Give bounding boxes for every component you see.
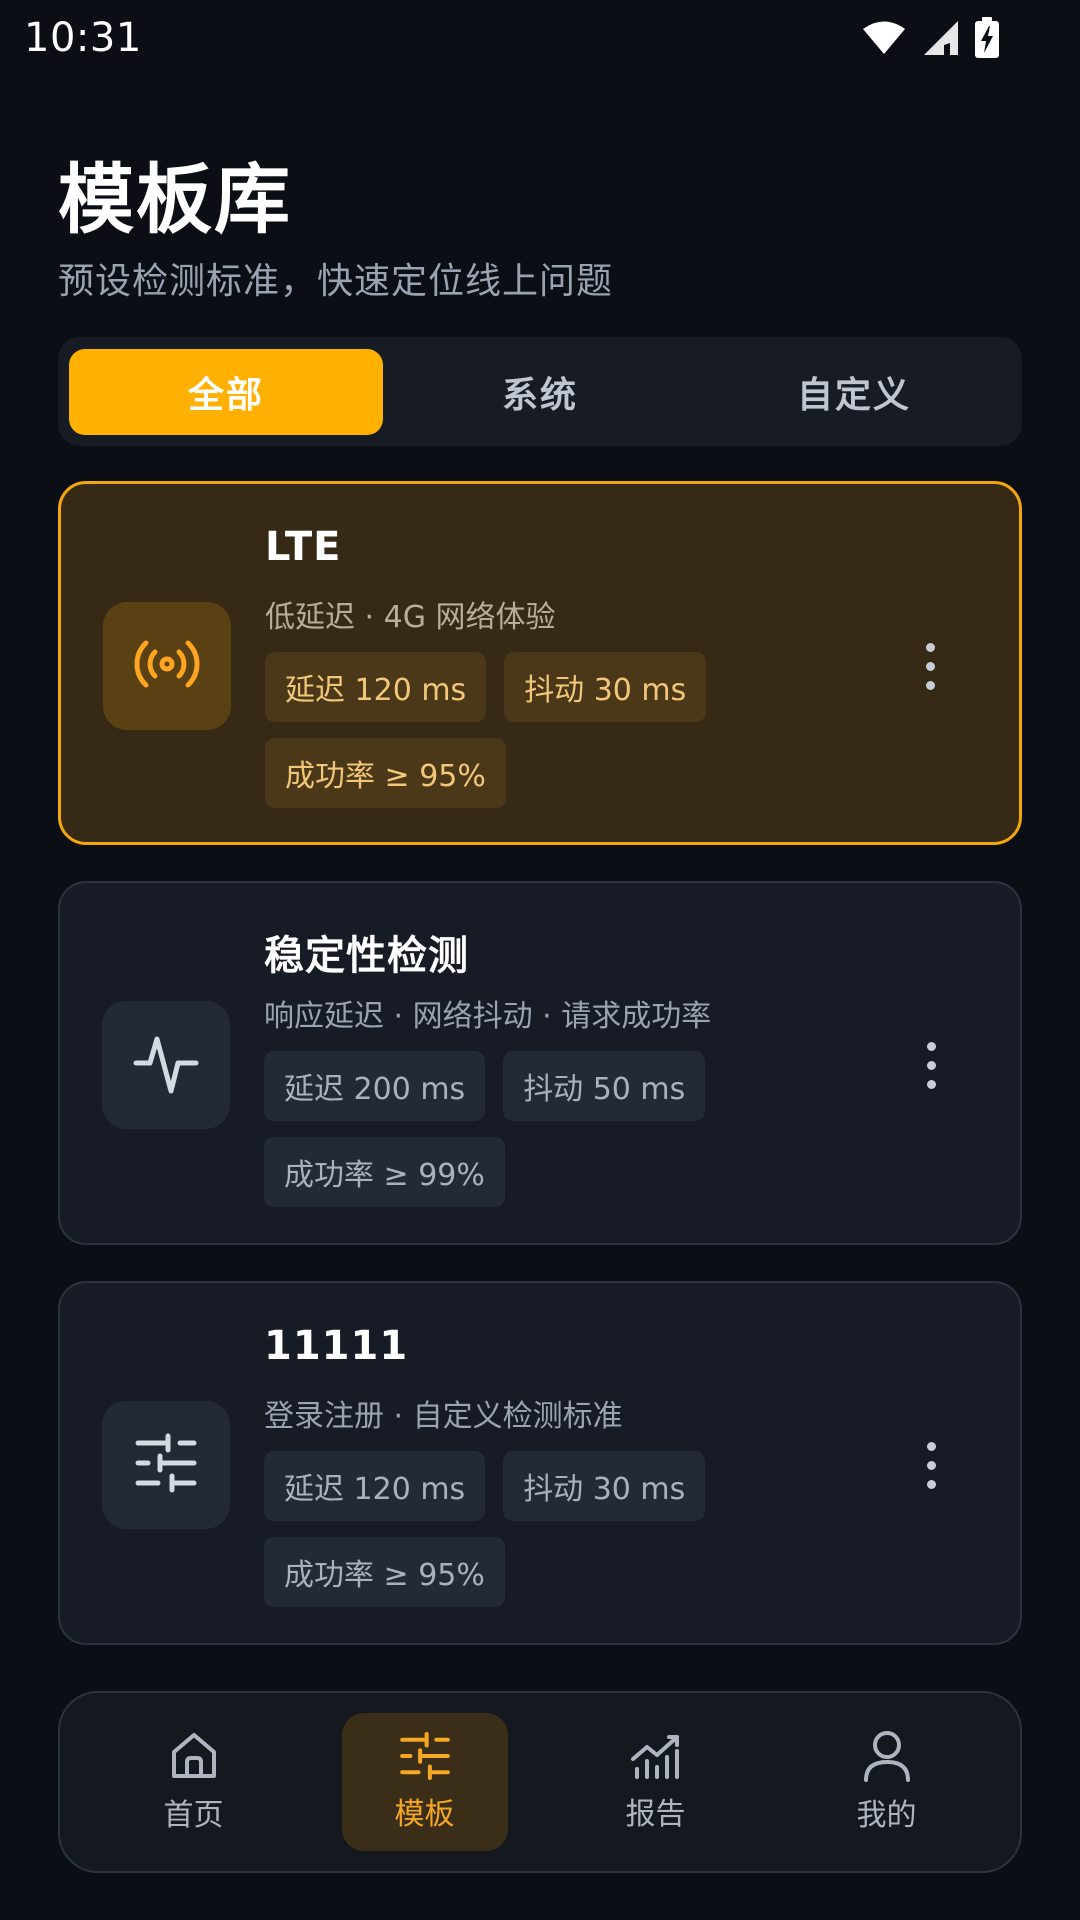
more-options-button[interactable] [915, 626, 945, 706]
user-icon [862, 1730, 912, 1782]
template-thresholds: 延迟 120 ms 抖动 30 ms 成功率 ≥ 95% [264, 1451, 784, 1607]
screen: 10:31 模板库 预设检测标准，快速定位线上问题 全部 系统 自定义 LTE … [0, 0, 1080, 1920]
success-rate-chip: 成功率 ≥ 99% [264, 1137, 505, 1207]
success-rate-chip: 成功率 ≥ 95% [264, 1537, 505, 1607]
more-options-button[interactable] [916, 1025, 946, 1105]
home-icon [168, 1730, 220, 1782]
pulse-icon [132, 1029, 200, 1101]
more-dot [926, 1060, 936, 1070]
template-icon-container [103, 602, 231, 730]
more-vertical-icon [926, 1441, 936, 1451]
status-time: 10:31 [24, 15, 142, 61]
template-title: LTE [265, 524, 342, 570]
bottom-nav: 首页 模板 报告 我的 [58, 1691, 1022, 1873]
more-dot [925, 661, 935, 671]
latency-chip: 延迟 200 ms [264, 1051, 486, 1121]
nav-item-profile[interactable]: 我的 [804, 1713, 970, 1851]
nav-label-profile: 我的 [856, 1798, 917, 1833]
nav-label-reports: 报告 [625, 1797, 686, 1832]
sliders-icon [399, 1731, 451, 1781]
nav-label-templates: 模板 [394, 1797, 455, 1832]
wifi-icon [862, 20, 906, 56]
page-subtitle: 预设检测标准，快速定位线上问题 [58, 261, 614, 302]
jitter-chip: 抖动 30 ms [503, 1451, 706, 1521]
latency-chip: 延迟 120 ms [265, 652, 487, 722]
chart-icon [629, 1731, 683, 1781]
more-options-button[interactable] [916, 1425, 946, 1505]
status-bar: 10:31 [0, 0, 1080, 76]
nav-item-reports[interactable]: 报告 [573, 1713, 739, 1851]
jitter-chip: 抖动 50 ms [503, 1051, 706, 1121]
template-title: 11111 [264, 1323, 409, 1369]
more-dot [926, 1079, 936, 1089]
nav-item-home[interactable]: 首页 [111, 1713, 277, 1851]
more-vertical-icon [925, 642, 935, 652]
latency-chip: 延迟 120 ms [264, 1451, 486, 1521]
signal-icon [920, 19, 960, 57]
nav-label-home: 首页 [163, 1798, 224, 1833]
template-card-lte[interactable]: LTE 低延迟 · 4G 网络体验 延迟 120 ms 抖动 30 ms 成功率… [58, 481, 1022, 845]
page-title: 模板库 [58, 155, 292, 244]
tab-custom[interactable]: 自定义 [697, 349, 1011, 435]
template-description: 登录注册 · 自定义检测标准 [264, 1399, 623, 1434]
more-vertical-icon [926, 1041, 936, 1051]
template-thresholds: 延迟 200 ms 抖动 50 ms 成功率 ≥ 99% [264, 1051, 784, 1207]
template-icon-container [102, 1001, 230, 1129]
battery-icon [974, 17, 1000, 59]
template-description: 低延迟 · 4G 网络体验 [265, 600, 556, 635]
tab-system[interactable]: 系统 [383, 349, 697, 435]
more-dot [925, 680, 935, 690]
template-card-custom[interactable]: 11111 登录注册 · 自定义检测标准 延迟 120 ms 抖动 30 ms … [58, 1281, 1022, 1645]
sliders-icon [134, 1433, 198, 1497]
filter-tabs: 全部 系统 自定义 [58, 337, 1022, 446]
more-dot [926, 1460, 936, 1470]
success-rate-chip: 成功率 ≥ 95% [265, 738, 506, 808]
jitter-chip: 抖动 30 ms [504, 652, 707, 722]
template-card-stability[interactable]: 稳定性检测 响应延迟 · 网络抖动 · 请求成功率 延迟 200 ms 抖动 5… [58, 881, 1022, 1245]
nav-item-templates[interactable]: 模板 [341, 1713, 508, 1851]
broadcast-icon [133, 636, 201, 696]
status-icons [862, 17, 1000, 59]
more-dot [926, 1479, 936, 1489]
tab-all[interactable]: 全部 [69, 348, 383, 435]
template-description: 响应延迟 · 网络抖动 · 请求成功率 [264, 999, 712, 1034]
template-title: 稳定性检测 [264, 933, 469, 979]
template-thresholds: 延迟 120 ms 抖动 30 ms 成功率 ≥ 95% [265, 652, 785, 808]
template-icon-container [102, 1401, 230, 1529]
